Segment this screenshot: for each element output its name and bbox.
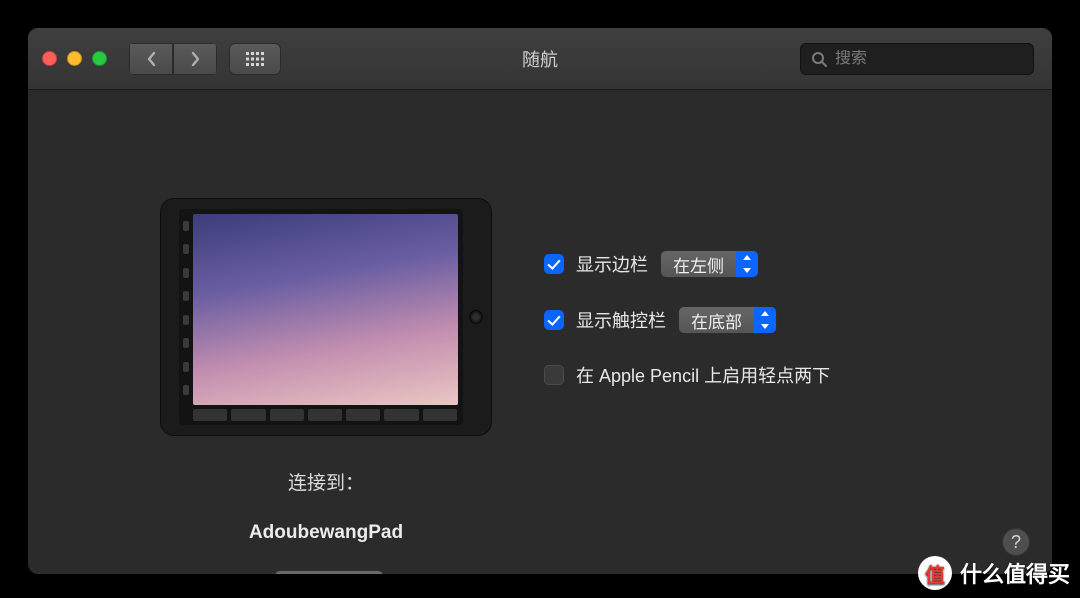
touchbar-position-select[interactable]: 在底部: [678, 306, 777, 334]
option-double-tap: 在 Apple Pencil 上启用轻点两下: [544, 362, 1022, 388]
chevron-right-icon: [190, 51, 201, 67]
preview-sidebar: [183, 215, 191, 401]
options-group: 显示边栏 在左侧 显示触控栏 在底部 在 Apple Pencil 上启用轻点两…: [544, 250, 1022, 416]
select-stepper-icon: [754, 307, 776, 333]
window-title: 随航: [522, 46, 558, 72]
option-show-touchbar: 显示触控栏 在底部: [544, 306, 1022, 334]
chevron-left-icon: [146, 51, 157, 67]
search-icon: [811, 51, 827, 67]
close-window-button[interactable]: [42, 51, 57, 66]
touchbar-position-value: 在底部: [679, 308, 754, 333]
watermark-badge: 值: [918, 556, 952, 590]
minimize-window-button[interactable]: [67, 51, 82, 66]
search-field[interactable]: [800, 43, 1034, 75]
device-name: AdoubewangPad: [160, 522, 492, 544]
option-show-sidebar: 显示边栏 在左侧: [544, 250, 1022, 278]
watermark: 值 什么值得买: [918, 556, 1070, 590]
show-all-button[interactable]: [229, 43, 281, 75]
traffic-lights: [42, 51, 107, 66]
sidebar-position-select[interactable]: 在左侧: [660, 250, 759, 278]
show-sidebar-checkbox[interactable]: [544, 254, 564, 274]
search-input[interactable]: [835, 50, 1042, 68]
titlebar: 随航: [28, 28, 1052, 90]
double-tap-checkbox[interactable]: [544, 365, 564, 385]
show-touchbar-checkbox[interactable]: [544, 310, 564, 330]
preview-touchbar: [193, 409, 457, 421]
help-button[interactable]: ?: [1002, 528, 1030, 556]
show-touchbar-label: 显示触控栏: [576, 307, 666, 333]
ipad-preview: [160, 198, 492, 436]
forward-button[interactable]: [173, 43, 217, 75]
ipad-home-icon: [469, 310, 483, 324]
back-button[interactable]: [129, 43, 173, 75]
sidebar-position-value: 在左侧: [661, 252, 736, 277]
ipad-screen: [179, 209, 463, 425]
preferences-window: 随航 连接到： AdoubewangPad 断开连接: [28, 28, 1052, 574]
watermark-text: 什么值得买: [960, 557, 1070, 589]
show-sidebar-label: 显示边栏: [576, 251, 648, 277]
select-stepper-icon: [736, 251, 758, 277]
connected-to-label: 连接到：: [160, 468, 492, 495]
content-area: 连接到： AdoubewangPad 断开连接 显示边栏 在左侧 显示触控栏 在…: [28, 90, 1052, 574]
grid-icon: [246, 52, 264, 66]
disconnect-button[interactable]: 断开连接: [274, 570, 384, 574]
ipad-wallpaper: [193, 214, 458, 405]
zoom-window-button[interactable]: [92, 51, 107, 66]
double-tap-label: 在 Apple Pencil 上启用轻点两下: [576, 362, 830, 388]
nav-back-forward: [129, 43, 217, 75]
